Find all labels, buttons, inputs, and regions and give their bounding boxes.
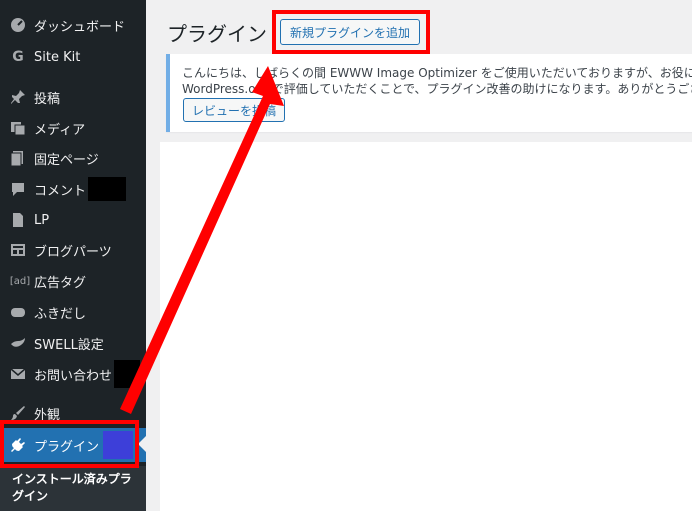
dashboard-icon bbox=[9, 16, 27, 34]
bird-icon bbox=[9, 334, 27, 352]
sidebar-item-speech-bubble[interactable]: ふきだし bbox=[0, 297, 146, 327]
blog-parts-icon bbox=[9, 241, 27, 259]
media-icon bbox=[9, 119, 27, 137]
sidebar-item-label: ブログパーツ bbox=[34, 244, 112, 260]
sidebar-item-label: ダッシュボード bbox=[34, 19, 126, 35]
pin-icon bbox=[9, 88, 27, 106]
sidebar-item-label: 投稿 bbox=[34, 91, 61, 107]
sidebar-item-contact[interactable]: お問い合わせ bbox=[0, 359, 146, 389]
sidebar-item-site-kit[interactable]: G Site Kit bbox=[0, 42, 146, 72]
sidebar-item-label: お問い合わせ bbox=[34, 368, 113, 384]
submenu-label: インストール済みプラグイン bbox=[12, 472, 132, 503]
sidebar-item-ad-tag[interactable]: [ad] 広告タグ bbox=[0, 266, 146, 296]
comment-icon bbox=[9, 180, 27, 198]
sidebar-item-pages[interactable]: 固定ページ bbox=[0, 143, 146, 173]
annotation-box-plugins bbox=[0, 420, 139, 468]
notice-text-line-2: WordPress.org で評価していただくことで、プラグイン改善の助けになり… bbox=[182, 82, 692, 96]
sidebar-item-label: SWELL設定 bbox=[34, 337, 104, 353]
active-indicator-arrow bbox=[138, 436, 146, 452]
main-content: プラグイン 新規プラグインを追加 こんにちは、しばらくの間 EWWW Image… bbox=[146, 0, 692, 511]
page-title: プラグイン bbox=[167, 22, 267, 46]
redaction-block bbox=[114, 360, 141, 388]
redaction-block bbox=[88, 177, 127, 201]
annotation-box-add-button bbox=[272, 10, 430, 54]
ad-icon: [ad] bbox=[9, 275, 31, 287]
sidebar-item-lp[interactable]: LP bbox=[0, 205, 146, 235]
page-icon bbox=[9, 149, 27, 167]
sidebar-item-label: LP bbox=[34, 212, 50, 228]
sidebar-item-comments[interactable]: コメント bbox=[0, 174, 146, 204]
sidebar-item-swell-settings[interactable]: SWELL設定 bbox=[0, 328, 146, 358]
sidebar-item-posts[interactable]: 投稿 bbox=[0, 82, 146, 112]
post-review-button[interactable]: レビューを投稿 bbox=[183, 98, 286, 122]
notice-text-line-1: こんにちは、しばらくの間 EWWW Image Optimizer をご使用いた… bbox=[182, 66, 692, 80]
sidebar-item-label: Site Kit bbox=[34, 49, 81, 65]
sidebar-item-label: 固定ページ bbox=[34, 152, 99, 168]
sidebar-item-dashboard[interactable]: ダッシュボード bbox=[0, 10, 146, 40]
sidebar-item-blog-parts[interactable]: ブログパーツ bbox=[0, 235, 146, 265]
review-notice: こんにちは、しばらくの間 EWWW Image Optimizer をご使用いた… bbox=[166, 54, 692, 132]
document-icon bbox=[9, 211, 27, 229]
sidebar-submenu-installed-plugins[interactable]: インストール済みプラグイン bbox=[0, 466, 146, 511]
sidebar-item-media[interactable]: メディア bbox=[0, 113, 146, 143]
sidebar-item-label: 広告タグ bbox=[34, 275, 87, 291]
speech-bubble-icon bbox=[9, 303, 27, 321]
content-panel bbox=[160, 142, 692, 511]
sidebar-item-label: ふきだし bbox=[34, 306, 87, 322]
google-g-icon: G bbox=[12, 49, 24, 65]
mail-icon bbox=[9, 365, 27, 383]
sidebar-item-label: メディア bbox=[34, 122, 86, 138]
sidebar-item-label: コメント bbox=[34, 183, 87, 199]
